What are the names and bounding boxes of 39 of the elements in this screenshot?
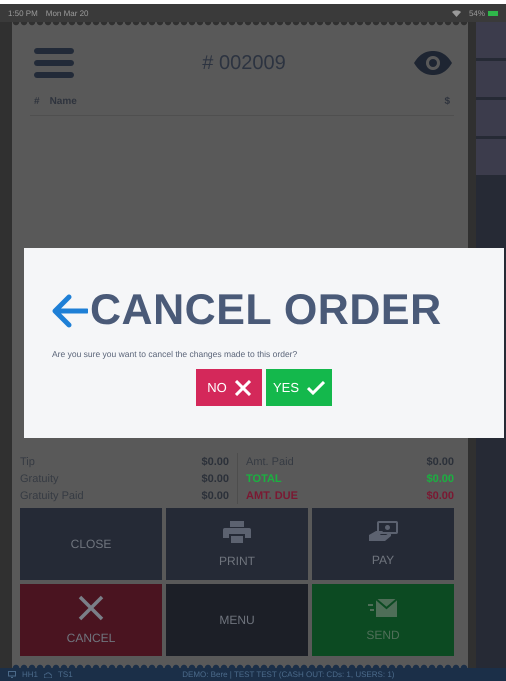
envelope-icon (368, 598, 398, 618)
dialog-title: CANCEL ORDER (90, 286, 442, 335)
total-label: TOTAL (246, 472, 282, 484)
side-tile[interactable] (476, 100, 506, 136)
left-arrow-icon (52, 294, 88, 328)
session-info: DEMO: Bere | TEST TEST (CASH OUT: CDs: 1, USERS: 1) (181, 670, 396, 679)
side-tile[interactable] (476, 61, 506, 97)
status-date: Mon Mar 20 (46, 8, 88, 18)
no-button[interactable]: NO (196, 369, 262, 406)
battery-percentage: 54% (468, 8, 485, 18)
checkmark-icon (307, 380, 325, 394)
cancel-button[interactable]: CANCEL (20, 584, 162, 656)
column-header: $ (444, 96, 450, 107)
action-button[interactable]: CLOSE (20, 508, 162, 580)
wifi-icon (452, 10, 461, 16)
total-value: $0.00 (426, 490, 454, 502)
cash-hand-icon (368, 521, 398, 543)
dialog-message: Are you sure you want to cancel the changes made to this order? (52, 349, 298, 359)
action-button[interactable]: SEND (312, 584, 454, 656)
x-icon (78, 595, 104, 621)
action-button[interactable]: PRINT (166, 508, 308, 580)
cloud-icon (44, 672, 52, 678)
eye-icon[interactable] (414, 51, 452, 75)
printer-icon (223, 520, 251, 544)
menu-icon[interactable] (34, 48, 74, 78)
monitor-icon (8, 671, 16, 678)
side-tile[interactable] (476, 22, 506, 58)
total-value: $0.00 (426, 472, 454, 484)
battery-icon (488, 10, 498, 16)
yes-button[interactable]: YES (266, 369, 332, 406)
action-button[interactable]: MENU (166, 584, 308, 656)
close-icon (234, 380, 251, 396)
status-time: 1:50 PM (8, 8, 38, 18)
side-tile[interactable] (476, 139, 506, 175)
device-name: HH1 (22, 670, 38, 679)
terminal-name: TS1 (58, 670, 73, 679)
total-label: AMT. DUE (246, 490, 298, 502)
action-button[interactable]: PAY (312, 508, 454, 580)
column-header: # (34, 96, 40, 107)
